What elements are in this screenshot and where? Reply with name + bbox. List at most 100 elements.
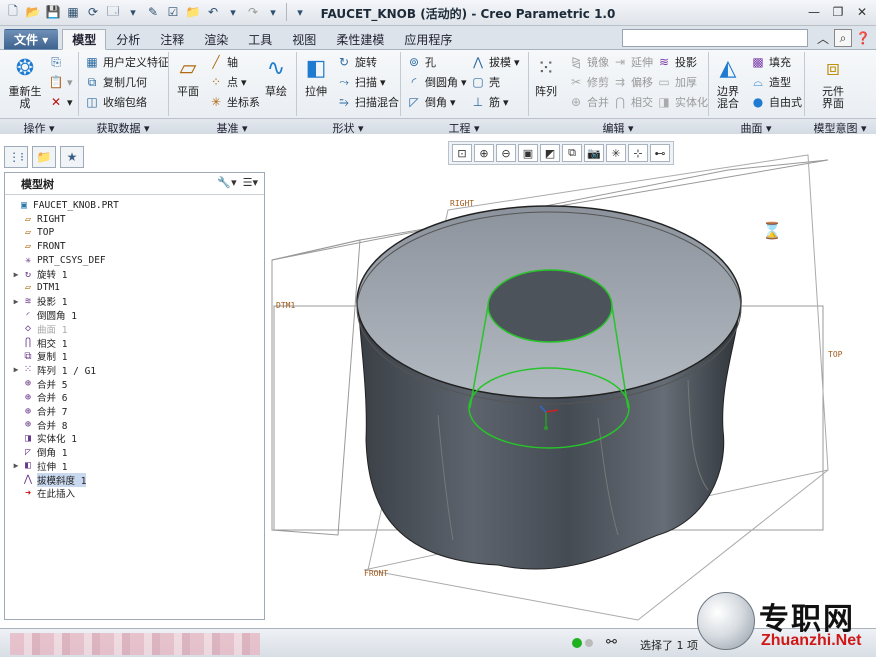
extrude-button[interactable]: ◧ 拉伸 bbox=[300, 54, 332, 98]
paste-button[interactable]: 📋 ▾ bbox=[48, 74, 73, 90]
copy-geometry-button[interactable]: ⧉ 复制几何 bbox=[84, 74, 147, 90]
tree-item[interactable]: ✳ PRT_CSYS_DEF bbox=[11, 254, 106, 267]
fill-button[interactable]: ▩ 填充 bbox=[750, 54, 791, 70]
restore-icon[interactable]: ❐ bbox=[828, 3, 848, 21]
expand-icon[interactable]: ▶ bbox=[11, 365, 21, 374]
minimize-icon[interactable]: — bbox=[804, 3, 824, 21]
tree-item[interactable]: ◜ 倒圆角 1 bbox=[11, 309, 77, 323]
group-model-intent[interactable]: 模型意图 ▾ bbox=[804, 120, 876, 136]
revolve-button[interactable]: ↻ 旋转 bbox=[336, 54, 377, 70]
undo-icon[interactable]: ↶ bbox=[204, 3, 222, 21]
tab-model[interactable]: 模型 bbox=[62, 29, 107, 50]
model-canvas[interactable]: RIGHT DTM1 TOP FRONT ⌛ bbox=[268, 140, 876, 626]
group-shapes[interactable]: 形状 ▾ bbox=[296, 120, 400, 136]
dropdown-icon[interactable]: ▾ bbox=[264, 3, 282, 21]
project-button[interactable]: ≋ 投影 bbox=[656, 54, 697, 70]
expand-icon[interactable]: ▶ bbox=[11, 461, 21, 470]
collapse-ribbon-icon[interactable]: ︿ bbox=[814, 29, 832, 47]
group-datum[interactable]: 基准 ▾ bbox=[168, 120, 296, 136]
group-get-data[interactable]: 获取数据 ▾ bbox=[78, 120, 168, 136]
point-button[interactable]: ⁘ 点 ▾ bbox=[208, 74, 247, 90]
merge-button[interactable]: ⊕ 合并 bbox=[568, 94, 609, 110]
tree-item[interactable]: ⊕ 合并 6 bbox=[11, 391, 67, 405]
tab-file[interactable]: 文件 ▾ bbox=[4, 29, 59, 50]
zoom-in-icon[interactable]: ⊕ bbox=[474, 144, 494, 162]
tab-analysis[interactable]: 分析 bbox=[106, 29, 150, 50]
search-input[interactable] bbox=[622, 29, 808, 47]
tab-annotate[interactable]: 注释 bbox=[150, 29, 194, 50]
round-button[interactable]: ◜ 倒圆角 ▾ bbox=[406, 74, 467, 90]
tree-item[interactable]: ▶ ↻ 旋转 1 bbox=[11, 268, 68, 282]
folder-icon[interactable]: 📁 bbox=[184, 3, 202, 21]
tree-item[interactable]: ⊕ 合并 5 bbox=[11, 377, 67, 391]
trim-button[interactable]: ✂ 修剪 bbox=[568, 74, 609, 90]
search-icon[interactable]: ⌕ bbox=[834, 29, 852, 47]
component-interface-button[interactable]: ⧈ 元件 界面 bbox=[814, 54, 852, 110]
dropdown-icon[interactable]: ▾ bbox=[224, 3, 242, 21]
tree-item[interactable]: ▱ DTM1 bbox=[11, 281, 60, 294]
folder-browser-tab-icon[interactable]: 📁 bbox=[32, 146, 56, 168]
axis-button[interactable]: ╱ 轴 bbox=[208, 54, 238, 70]
chamfer-button[interactable]: ◸ 倒角 ▾ bbox=[406, 94, 455, 110]
zoom-out-icon[interactable]: ⊖ bbox=[496, 144, 516, 162]
tree-item[interactable]: ▱ TOP bbox=[11, 226, 54, 239]
tree-item[interactable]: ➜ 在此插入 bbox=[11, 487, 75, 501]
customize-toolbar-icon[interactable]: ▾ bbox=[291, 3, 309, 21]
show-icon[interactable]: ☰▾ bbox=[243, 176, 258, 189]
tree-item[interactable]: ▶ ◧ 拉伸 1 bbox=[11, 459, 68, 473]
draft-button[interactable]: ⋀ 拔模 ▾ bbox=[470, 54, 519, 70]
tab-view[interactable]: 视图 bbox=[282, 29, 326, 50]
tree-item[interactable]: ▣ FAUCET_KNOB.PRT bbox=[7, 199, 119, 212]
tree-item[interactable]: ▶ ≋ 投影 1 bbox=[11, 295, 68, 309]
edit-icon[interactable]: ✎ bbox=[144, 3, 162, 21]
offset-button[interactable]: ⇉ 偏移 bbox=[612, 74, 653, 90]
tree-item[interactable]: ⋂ 相交 1 bbox=[11, 336, 67, 350]
favorites-tab-icon[interactable]: ★ bbox=[60, 146, 84, 168]
rib-button[interactable]: ⊥ 筋 ▾ bbox=[470, 94, 509, 110]
csys-button[interactable]: ✳ 坐标系 bbox=[208, 94, 260, 110]
boundary-blend-button[interactable]: ◭ 边界 混合 bbox=[712, 54, 744, 110]
expand-icon[interactable]: ▶ bbox=[11, 297, 21, 306]
intersect-button[interactable]: ⋂ 相交 bbox=[612, 94, 653, 110]
windows-icon[interactable]: 🗔 bbox=[104, 3, 122, 21]
mirror-button[interactable]: ⧎ 镜像 bbox=[568, 54, 609, 70]
tree-item[interactable]: ◇ 曲面 1 bbox=[11, 322, 67, 336]
regenerate-button[interactable]: ❂ 重新生 成 bbox=[6, 54, 44, 110]
view-manager-icon[interactable]: 📷 bbox=[584, 144, 604, 162]
datum-display-icon[interactable]: ✳ bbox=[606, 144, 626, 162]
dropdown-icon[interactable]: ▾ bbox=[124, 3, 142, 21]
refit-icon[interactable]: ⊡ bbox=[452, 144, 472, 162]
extend-button[interactable]: ⇥ 延伸 bbox=[612, 54, 653, 70]
plane-button[interactable]: ▱ 平面 bbox=[172, 54, 204, 98]
close-icon[interactable]: ✕ bbox=[852, 3, 872, 21]
redo-icon[interactable]: ↷ bbox=[244, 3, 262, 21]
delete-button[interactable]: ✕ ▾ bbox=[48, 94, 73, 110]
tree-item[interactable]: ▱ RIGHT bbox=[11, 213, 66, 226]
hole-button[interactable]: ⊚ 孔 bbox=[406, 54, 436, 70]
settings-icon[interactable]: 🔧▾ bbox=[217, 176, 236, 189]
new-file-icon[interactable]: 🗋 bbox=[4, 3, 22, 21]
swept-blend-button[interactable]: ⥲ 扫描混合 bbox=[336, 94, 399, 110]
group-operations[interactable]: 操作 ▾ bbox=[0, 120, 78, 136]
tree-item[interactable]: ⊕ 合并 7 bbox=[11, 405, 67, 419]
solidify-button[interactable]: ◨ 实体化 bbox=[656, 94, 708, 110]
style-button[interactable]: ⌓ 造型 bbox=[750, 74, 791, 90]
freestyle-button[interactable]: ● 自由式 bbox=[750, 94, 802, 110]
saved-views-icon[interactable]: ⧉ bbox=[562, 144, 582, 162]
tree-item[interactable]: ⧉ 复制 1 bbox=[11, 350, 67, 364]
graphics-viewport[interactable]: RIGHT DTM1 TOP FRONT ⌛ bbox=[268, 140, 876, 626]
tree-item[interactable]: ⊕ 合并 8 bbox=[11, 418, 67, 432]
tree-item[interactable]: ⋀ 拔模斜度 1 bbox=[11, 472, 87, 487]
tree-item[interactable]: ◸ 倒角 1 bbox=[11, 446, 67, 460]
sketch-button[interactable]: ∿ 草绘 bbox=[260, 54, 292, 98]
open-folder-icon[interactable]: 📂 bbox=[24, 3, 42, 21]
thicken-button[interactable]: ▭ 加厚 bbox=[656, 74, 697, 90]
pattern-button[interactable]: ⁙ 阵列 bbox=[532, 54, 560, 98]
model-display-icon[interactable]: ▦ bbox=[64, 3, 82, 21]
tree-item[interactable]: ◨ 实体化 1 bbox=[11, 432, 77, 446]
spin-center-icon[interactable]: ⊹ bbox=[628, 144, 648, 162]
regenerate-icon[interactable]: ⟳ bbox=[84, 3, 102, 21]
repaint-icon[interactable]: ▣ bbox=[518, 144, 538, 162]
sweep-button[interactable]: ⤳ 扫描 ▾ bbox=[336, 74, 385, 90]
group-engineering[interactable]: 工程 ▾ bbox=[400, 120, 528, 136]
